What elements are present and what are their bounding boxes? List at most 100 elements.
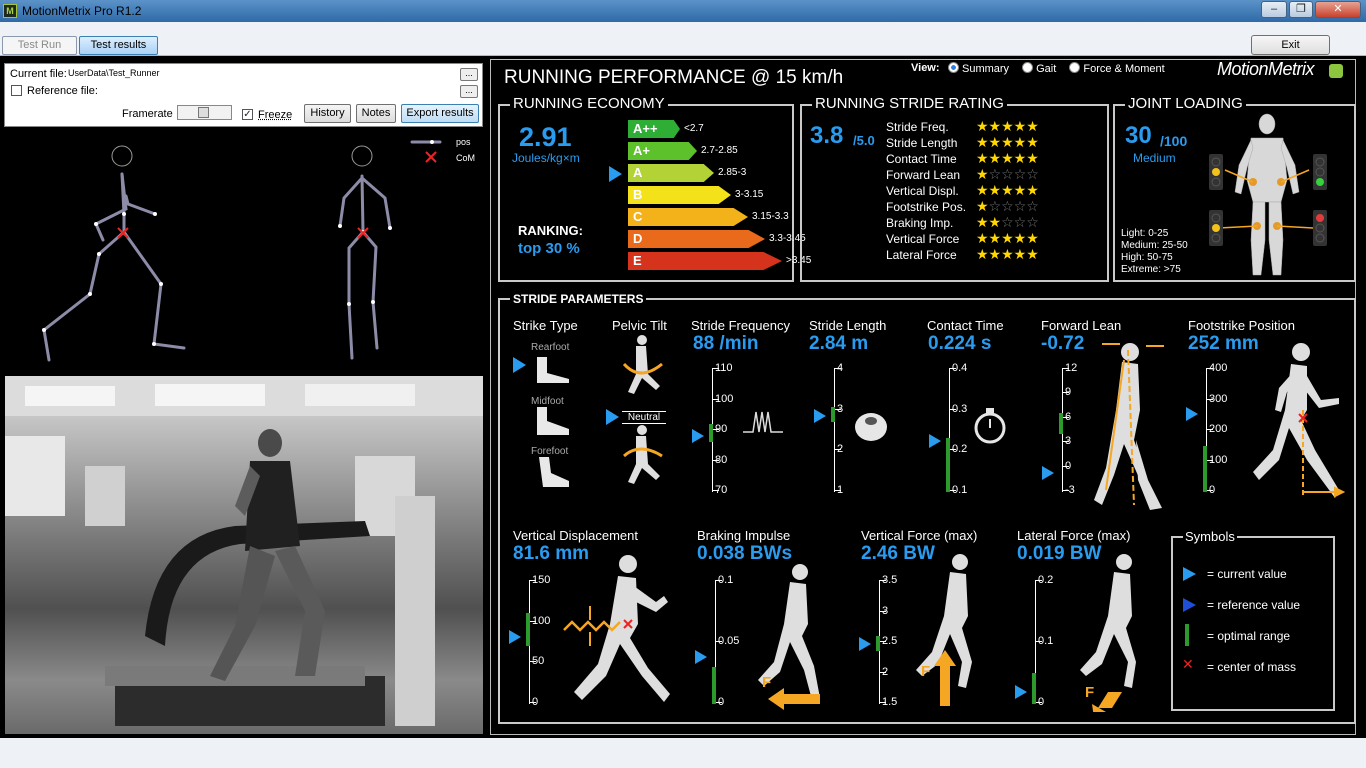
view-force-label[interactable]: Force & Moment <box>1083 63 1164 75</box>
tab-test-run[interactable]: Test Run <box>2 36 77 55</box>
history-button[interactable]: History <box>304 104 351 123</box>
joint-loading-panel: JOINT LOADING 30 /100 Medium Light: 0-25… <box>1113 95 1356 282</box>
ranking-value: top 30 % <box>518 240 580 257</box>
minimize-button[interactable]: – <box>1261 1 1287 18</box>
browse-reference-button[interactable]: ... <box>460 85 478 98</box>
rating-stars-1: ★★★★★ <box>976 134 1039 150</box>
tape-measure-icon <box>855 413 887 441</box>
rating-stars-7: ★★★★★ <box>976 230 1039 246</box>
rating-stars-4: ★★★★★ <box>976 182 1039 198</box>
lateral_force-tick-label: 0 <box>1038 696 1045 708</box>
framerate-slider-thumb[interactable] <box>198 107 209 118</box>
vertical-displacement-figure <box>563 555 670 702</box>
stride-length-value: 2.84 m <box>809 333 869 354</box>
stride_frequency-tick-label: 80 <box>715 454 728 466</box>
stride_length-axis <box>834 368 835 492</box>
legend-extreme: Extreme: >75 <box>1121 264 1181 275</box>
current-file-field[interactable]: UserData\Test_Runner <box>66 67 458 80</box>
rating-label-3: Forward Lean <box>886 168 961 182</box>
joint-loading-legend: Light: 0-25 Medium: 25-50 High: 50-75 Ex… <box>1121 228 1188 276</box>
forward_lean-current-pointer <box>1042 466 1054 481</box>
maximize-button[interactable]: ❐ <box>1289 1 1313 18</box>
forward_lean-tick-label: 3 <box>1065 435 1072 447</box>
forward_lean-tick-label: 6 <box>1065 411 1072 423</box>
view-gait-radio[interactable] <box>1022 62 1034 73</box>
optimal-range-symbol <box>1185 624 1189 646</box>
close-button[interactable]: ✕ <box>1315 1 1361 18</box>
reference-file-checkbox[interactable] <box>11 85 22 96</box>
stride_length-tick-label: 3 <box>837 403 844 415</box>
forward_lean-tick-label: 9 <box>1065 386 1072 398</box>
vertical-force-label: Vertical Force (max) <box>861 528 978 543</box>
pelvic-tilt-label: Pelvic Tilt <box>612 318 667 333</box>
exit-button[interactable]: Exit <box>1251 35 1330 55</box>
rating-stars-0: ★★★★★ <box>976 118 1039 134</box>
reference-file-field[interactable] <box>100 84 458 97</box>
rating-label-8: Lateral Force <box>886 248 957 262</box>
vertical_force-tick-label: 3 <box>882 605 889 617</box>
stride_length-tick-label: 4 <box>837 362 844 374</box>
rating-label-4: Vertical Displ. <box>886 184 959 198</box>
stride-rating-title: RUNNING STRIDE RATING <box>812 95 1007 112</box>
strike-type-pointer <box>513 357 526 373</box>
vertical-displacement-label: Vertical Displacement <box>513 528 638 543</box>
rating-label-2: Contact Time <box>886 152 957 166</box>
legend-light: Light: 0-25 <box>1121 228 1169 239</box>
current-value-symbol <box>1183 567 1196 581</box>
stride-rating-panel: RUNNING STRIDE RATING 3.8 /5.0 Stride Fr… <box>800 95 1109 282</box>
stride-rating-value: 3.8 <box>810 122 844 149</box>
view-summary-radio[interactable] <box>948 62 959 73</box>
view-gait-label[interactable]: Gait <box>1036 63 1056 75</box>
contact_time-tick-label: 0.4 <box>952 362 968 374</box>
rating-stars-6: ★★☆☆☆ <box>976 214 1039 230</box>
export-results-button[interactable]: Export results <box>401 104 479 123</box>
joint-loading-level: Medium <box>1133 151 1176 165</box>
vertical_force-tick-label: 3.5 <box>882 574 898 586</box>
rating-label-5: Footstrike Pos. <box>886 200 967 214</box>
lateral_force-tick-label: 0.1 <box>1038 635 1054 647</box>
tab-test-results[interactable]: Test results <box>79 36 158 55</box>
view-force-radio[interactable] <box>1069 62 1081 73</box>
braking_impulse-tick-label: 0.05 <box>718 635 740 647</box>
energy-class-0: A++ <box>628 120 680 138</box>
current-file-label: Current file: <box>10 68 67 80</box>
notes-button[interactable]: Notes <box>356 104 396 123</box>
treadmill-video <box>5 376 483 734</box>
lateral-force-letter: F <box>1085 684 1095 701</box>
energy-class-5: D <box>628 230 765 248</box>
view-label: View: <box>911 62 940 74</box>
strike-type-label: Strike Type <box>513 318 578 333</box>
footstrike_position-current-pointer <box>1186 406 1198 421</box>
view-summary-label[interactable]: Summary <box>962 63 1009 75</box>
braking-impulse-label: Braking Impulse <box>697 528 791 543</box>
stride_length-tick-label: 2 <box>837 443 844 455</box>
energy-class-range-2: 2.85-3 <box>718 167 747 178</box>
rating-stars-8: ★★★★★ <box>976 246 1039 262</box>
rating-stars-5: ★☆☆☆☆ <box>976 198 1039 214</box>
vertical_displacement-tick-label: 150 <box>532 574 551 586</box>
vertical_displacement-optimal-range <box>526 613 530 647</box>
app-window: M MotionMetrix Pro R1.2 – ❐ ✕ Test Run T… <box>0 0 1366 768</box>
footstrike_position-tick-label: 400 <box>1209 362 1228 374</box>
strike-rearfoot-label: Rearfoot <box>531 342 570 353</box>
stride_length-optimal-range <box>831 407 835 422</box>
stride_length-tick-label: 1 <box>837 484 844 496</box>
freeze-checkbox[interactable]: ✓ <box>242 109 253 120</box>
vertical_force-tick-label: 2.5 <box>882 635 898 647</box>
contact-time-value: 0.224 s <box>928 333 992 354</box>
symbol-current-label: = current value <box>1207 567 1287 581</box>
center-of-mass-symbol: ✕ <box>1182 656 1194 672</box>
framerate-slider[interactable] <box>177 105 232 120</box>
skeleton-svg <box>42 140 442 362</box>
energy-class-range-4: 3.15-3.3 <box>752 211 789 222</box>
view-radio-group: Summary Gait Force & Moment <box>938 62 1165 75</box>
running-economy-panel: RUNNING ECONOMY 2.91 Joules/kg×m RANKING… <box>498 95 811 282</box>
economy-unit: Joules/kg×m <box>512 151 580 165</box>
contact_time-tick-label: 0.3 <box>952 403 968 415</box>
joint-loading-value: 30 <box>1125 122 1152 149</box>
vertical_force-current-pointer <box>859 637 871 652</box>
browse-current-button[interactable]: ... <box>460 68 478 81</box>
footstrike_position-tick-label: 300 <box>1209 393 1228 405</box>
stride-frequency-value: 88 /min <box>693 333 759 354</box>
vertical_displacement-tick-label: 100 <box>532 615 551 627</box>
